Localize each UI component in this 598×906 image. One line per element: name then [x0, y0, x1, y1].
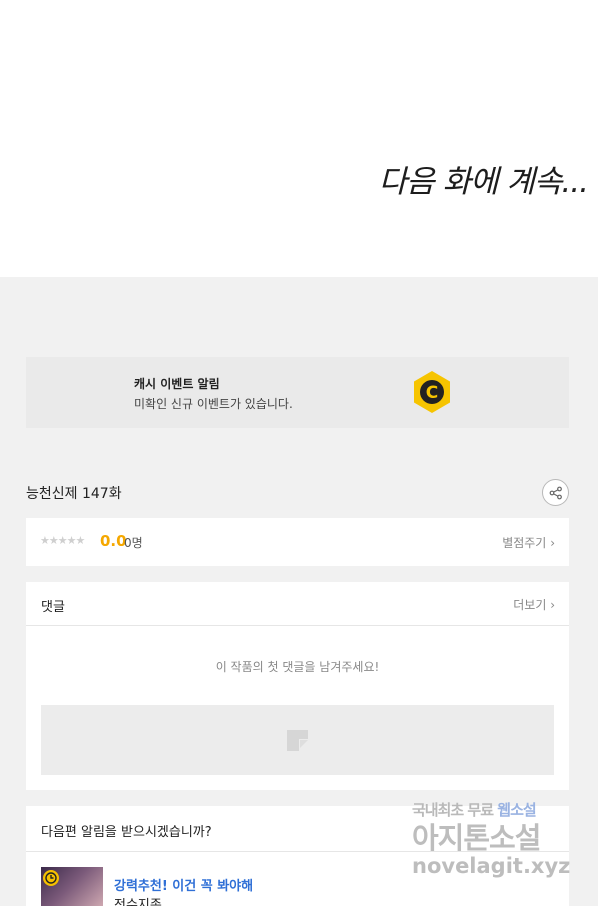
rate-button-label: 별점주기: [502, 536, 547, 550]
recommend-thumbnail[interactable]: [41, 867, 103, 906]
episode-title: 능천신제 147화: [26, 486, 122, 502]
rating-count: 0명: [124, 536, 143, 550]
chevron-right-icon: ›: [550, 598, 555, 612]
recommend-title[interactable]: 강력추천! 이건 꼭 봐야해: [114, 875, 253, 894]
watermark-site-name: 아지톤소설: [412, 821, 541, 855]
share-button[interactable]: [542, 479, 569, 506]
share-icon: [549, 486, 562, 499]
to-be-continued-text: 다음 화에 계속...: [378, 164, 589, 200]
ad-placeholder[interactable]: [41, 705, 554, 775]
image-placeholder-icon: [287, 730, 308, 751]
event-banner-title: 캐시 이벤트 알림: [134, 377, 220, 391]
chevron-right-icon: ›: [550, 536, 555, 550]
rating-card: ★★★★★ 0.0 0명 별점주기 ›: [26, 518, 569, 566]
rating-stars: ★★★★★: [40, 534, 85, 547]
comment-section: 댓글 더보기 › 이 작품의 첫 댓글을 남겨주세요!: [26, 582, 569, 790]
recommend-work-name[interactable]: 전수지존: [114, 894, 162, 906]
cash-coin-icon: C: [414, 371, 450, 413]
watermark-domain: novelagit.xyz: [412, 854, 571, 878]
empty-comment-message: 이 작품의 첫 댓글을 남겨주세요!: [215, 660, 380, 674]
coin-letter: C: [426, 383, 438, 403]
comment-title: 댓글: [41, 600, 65, 615]
comment-more-link[interactable]: 더보기 ›: [513, 596, 555, 613]
comment-header: 댓글 더보기 ›: [26, 582, 569, 626]
notify-question: 다음편 알림을 받으시겠습니까?: [41, 825, 212, 840]
rating-score: 0.0: [100, 532, 127, 550]
event-banner-subtitle: 미확인 신규 이벤트가 있습니다.: [134, 397, 293, 411]
clock-icon: [43, 870, 59, 886]
rate-button[interactable]: 별점주기 ›: [502, 534, 555, 551]
cash-event-banner[interactable]: 캐시 이벤트 알림 미확인 신규 이벤트가 있습니다. C: [26, 357, 569, 428]
comic-last-panel: 다음 화에 계속...: [0, 0, 598, 277]
comment-more-label: 더보기: [513, 598, 547, 612]
site-watermark: 국내최초 무료 웹소설 아지톤소설 novelagit.xyz: [408, 797, 580, 889]
